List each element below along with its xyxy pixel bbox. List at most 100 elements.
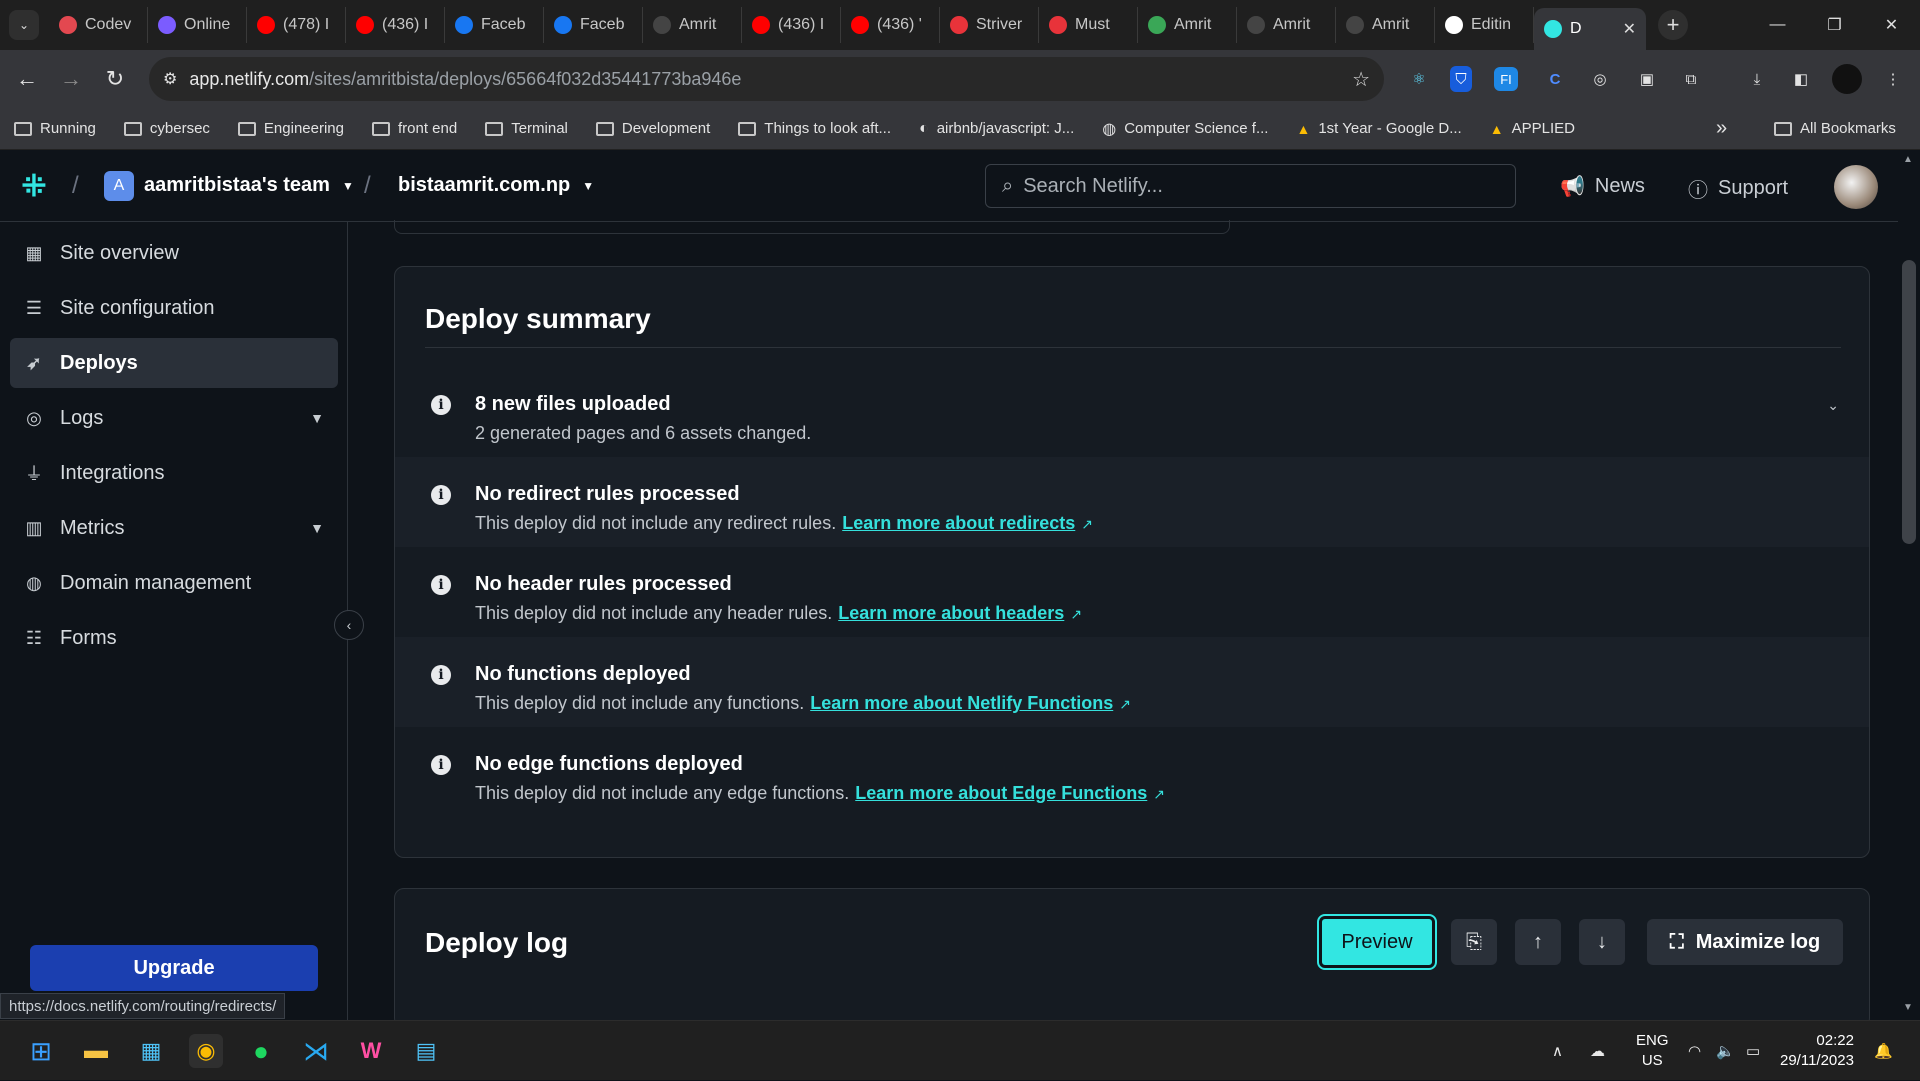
language-indicator[interactable]: ENG US [1636,1031,1669,1071]
all-bookmarks-button[interactable]: All Bookmarks [1760,120,1910,137]
tray-chevron-up-icon[interactable]: ∧ [1552,1021,1563,1081]
browser-tab[interactable]: Faceb [445,7,544,43]
preview-button[interactable]: Preview [1317,914,1437,970]
sidebar-item-domain-management[interactable]: ◍ Domain management [10,558,338,608]
w-app-icon[interactable]: W [354,1034,388,1068]
news-link[interactable]: 📢 News [1560,174,1645,199]
bookmark-star-icon[interactable]: ☆ [1352,67,1370,92]
onedrive-icon[interactable]: ☁ [1590,1021,1605,1081]
browser-menu-icon[interactable]: ⋮ [1878,64,1908,94]
maximize-log-button[interactable]: ⛶ Maximize log [1647,919,1843,965]
browser-tab[interactable]: (436) I [346,7,445,43]
bookmark-item[interactable]: ◐ airbnb/javascript: J... [905,120,1088,138]
volume-icon[interactable]: 🔈 [1716,1021,1735,1081]
browser-tab[interactable]: Amrit [1138,7,1237,43]
learn-more-link[interactable]: Learn more about headers [838,603,1064,623]
close-window-button[interactable]: ✕ [1863,0,1920,50]
site-switcher[interactable]: bistaamrit.com.np ▼ [398,174,594,197]
microsoft-store-icon[interactable]: ▦ [134,1034,168,1068]
extensions-puzzle-icon[interactable]: ⧉ [1676,64,1706,94]
sidebar-item-integrations[interactable]: ⏚ Integrations [10,448,338,498]
team-switcher[interactable]: aamritbistaa's team ▼ [144,174,354,197]
side-panel-icon[interactable]: ◧ [1786,64,1816,94]
bookmark-item[interactable]: cybersec [110,120,224,137]
tab-title: Must [1075,16,1110,33]
upgrade-button[interactable]: Upgrade [30,945,318,991]
vscode-icon[interactable]: ⋊ [299,1034,333,1068]
sidebar-item-site-configuration[interactable]: ☰ Site configuration [10,283,338,333]
back-button[interactable]: ← [5,57,49,101]
windows-start-icon[interactable]: ⊞ [24,1034,58,1068]
bookmark-item[interactable]: ◍ Computer Science f... [1088,119,1282,139]
notification-bell-icon[interactable]: 🔔 [1874,1021,1893,1081]
address-bar[interactable]: ⚙ app.netlify.com/sites/amritbista/deplo… [149,57,1384,101]
sidebar-item-forms[interactable]: ☷ Forms [10,613,338,663]
chevron-down-icon[interactable]: ⌄ [1827,397,1839,414]
browser-tab[interactable]: (436) I [742,7,841,43]
battery-icon[interactable]: ▭ [1746,1021,1760,1081]
browser-tab[interactable]: (478) I [247,7,346,43]
learn-more-link[interactable]: Learn more about redirects [842,513,1075,533]
reload-button[interactable]: ↻ [93,57,137,101]
browser-tab[interactable]: Amrit [643,7,742,43]
support-link[interactable]: ⓘ Support [1688,174,1788,203]
sidebar-item-site-overview[interactable]: ▦ Site overview [10,228,338,278]
notepad-icon[interactable]: ▤ [409,1034,443,1068]
bookmark-item[interactable]: ▲ 1st Year - Google D... [1282,120,1475,137]
bookmark-item[interactable]: Development [582,120,724,137]
profile-avatar[interactable] [1832,64,1862,94]
bookmark-item[interactable]: Running [0,120,110,137]
forward-button[interactable]: → [49,57,93,101]
browser-tab[interactable]: (436) ' [841,7,940,43]
browser-tab[interactable]: Editin [1435,7,1534,43]
search-input[interactable]: ⌕ Search Netlify... [985,164,1516,208]
sidebar-item-metrics[interactable]: ▥ Metrics ▼ [10,503,338,553]
browser-tab[interactable]: Must [1039,7,1138,43]
collapse-sidebar-button[interactable]: ‹ [334,610,364,640]
download-icon[interactable]: ⤓ [1742,64,1772,94]
target-extension-icon[interactable]: ◎ [1585,64,1615,94]
new-tab-button[interactable]: + [1658,10,1688,40]
browser-tab[interactable]: Codev [49,7,148,43]
minimize-button[interactable]: — [1749,0,1806,50]
more-bookmarks-icon[interactable]: » [1716,117,1727,140]
scroll-up-arrow-icon[interactable]: ▲ [1903,154,1913,165]
chrome-icon[interactable]: ◉ [189,1034,223,1068]
browser-tab[interactable]: Faceb [544,7,643,43]
copy-log-button[interactable]: ⎘ [1451,919,1497,965]
browser-tab-active[interactable]: D ✕ [1534,8,1646,50]
learn-more-link[interactable]: Learn more about Edge Functions [855,783,1147,803]
browser-tab[interactable]: Amrit [1237,7,1336,43]
restore-button[interactable]: ❐ [1806,0,1863,50]
scroll-top-button[interactable]: ↑ [1515,919,1561,965]
system-clock[interactable]: 02:22 29/11/2023 [1780,1031,1854,1071]
file-explorer-icon[interactable]: ▬ [79,1034,113,1068]
scroll-down-arrow-icon[interactable]: ▼ [1903,1002,1913,1013]
bookmark-item[interactable]: Things to look aft... [724,120,905,137]
wifi-icon[interactable]: ◠ [1688,1021,1701,1081]
close-tab-icon[interactable]: ✕ [1623,19,1636,39]
site-info-icon[interactable]: ⚙ [163,69,177,89]
browser-tab[interactable]: Online [148,7,247,43]
netlify-logo-icon[interactable]: ⁜ [14,168,54,204]
learn-more-link[interactable]: Learn more about Netlify Functions [810,693,1113,713]
bookmark-item[interactable]: Terminal [471,120,582,137]
react-devtools-icon[interactable]: ⚛ [1404,64,1434,94]
notion-extension-icon[interactable]: ▣ [1632,64,1662,94]
browser-tab[interactable]: Striver [940,7,1039,43]
bookmark-item[interactable]: front end [358,120,471,137]
bookmark-item[interactable]: ▲ APPLIED [1476,120,1589,137]
sidebar-item-deploys[interactable]: ➶ Deploys [10,338,338,388]
spotify-icon[interactable]: ● [244,1034,278,1068]
page-scrollbar[interactable]: ▲ ▼ [1898,150,1920,1020]
scroll-bottom-button[interactable]: ↓ [1579,919,1625,965]
bookmark-item[interactable]: Engineering [224,120,358,137]
fi-extension-icon[interactable]: FI [1494,67,1518,91]
tab-search-button[interactable]: ⌄ [9,10,39,40]
bitwarden-icon[interactable]: ⛉ [1450,66,1472,92]
user-avatar[interactable] [1834,165,1878,209]
scrollbar-thumb[interactable] [1902,260,1916,544]
sidebar-item-logs[interactable]: ◎ Logs ▼ [10,393,338,443]
browser-tab[interactable]: Amrit [1336,7,1435,43]
c-extension-icon[interactable]: C [1540,64,1570,94]
